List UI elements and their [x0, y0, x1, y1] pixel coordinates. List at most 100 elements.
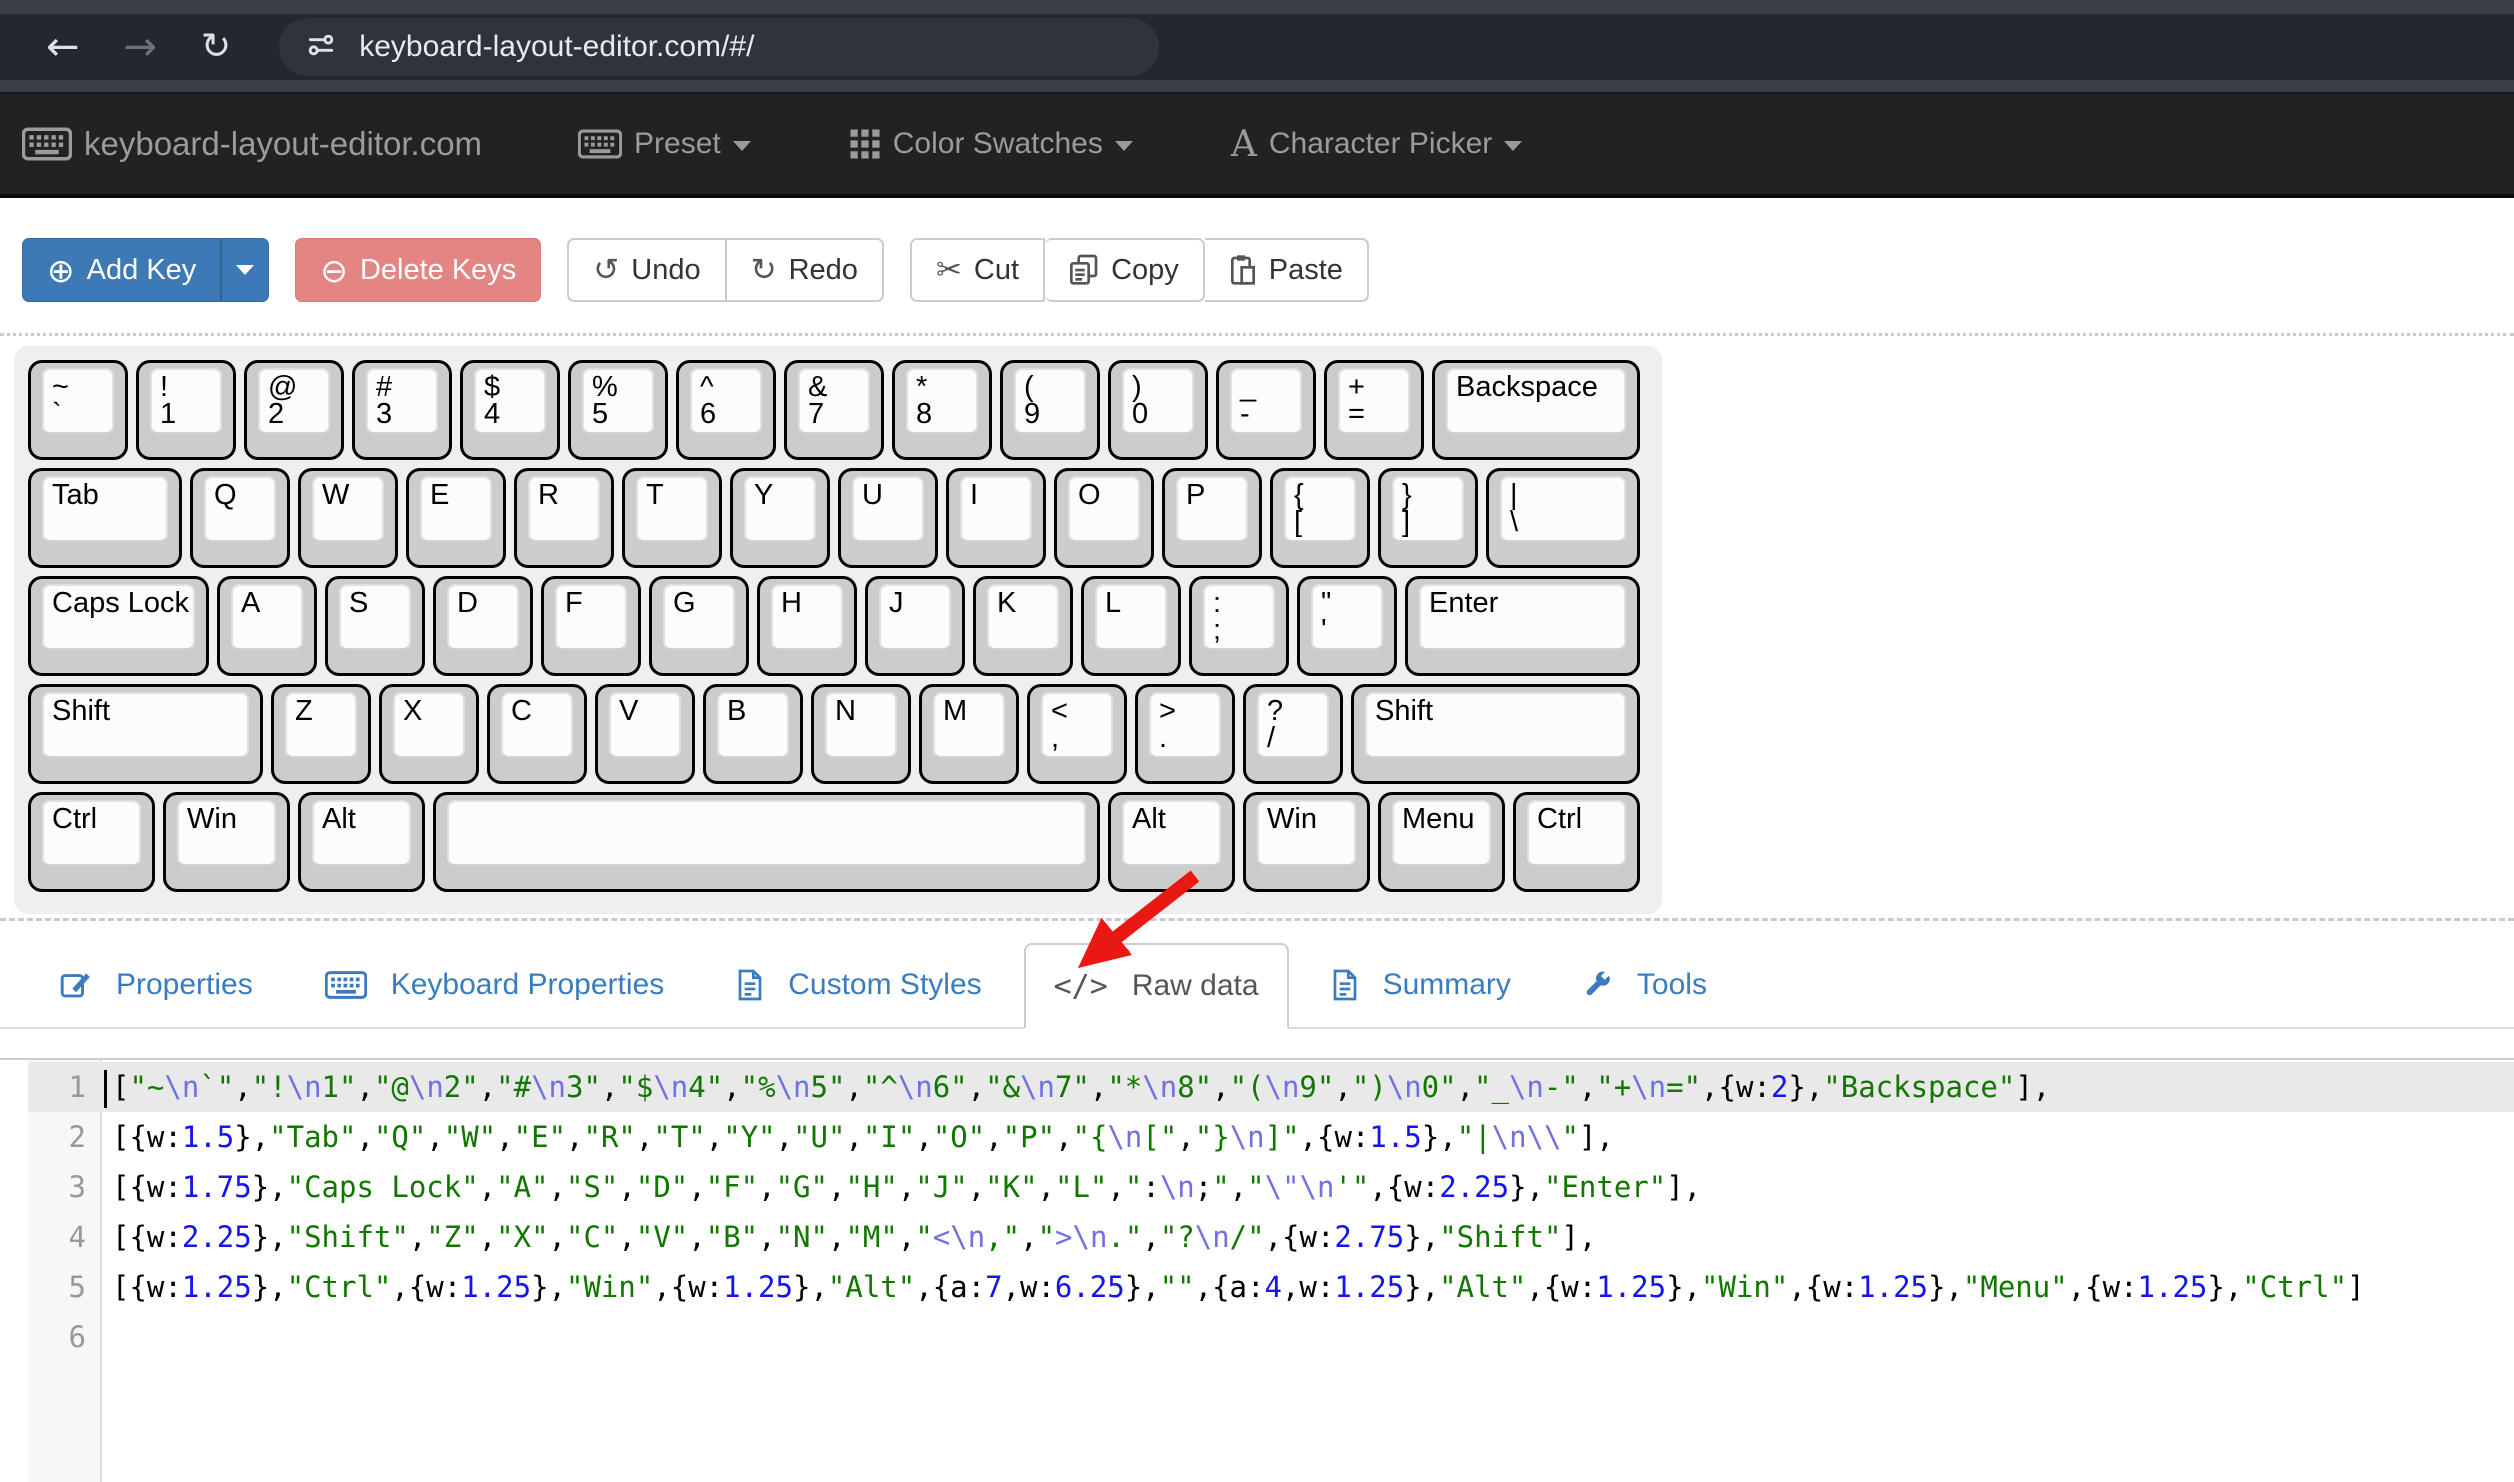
brand-link[interactable]: keyboard-layout-editor.com [22, 125, 482, 163]
key-r[interactable]: R [514, 468, 614, 568]
keycap: X [393, 692, 465, 758]
menu-color-swatches[interactable]: Color Swatches [849, 127, 1133, 161]
window-top-strip [0, 0, 2514, 14]
key-<[interactable]: <, [1027, 684, 1127, 784]
key-t[interactable]: T [622, 468, 722, 568]
key-@[interactable]: @2 [244, 360, 344, 460]
key-shift[interactable]: Shift [28, 684, 263, 784]
delete-keys-button[interactable]: ⊖ Delete Keys [295, 238, 541, 302]
key-}[interactable]: }] [1378, 468, 1478, 568]
key-legend-top: H [781, 588, 802, 620]
code-line-4[interactable]: 4[{w:2.25},"Shift","Z","X","C","V","B","… [0, 1212, 2514, 1262]
key-win[interactable]: Win [1243, 792, 1370, 892]
paste-button[interactable]: Paste [1205, 238, 1369, 302]
key-i[interactable]: I [946, 468, 1046, 568]
key-h[interactable]: H [757, 576, 857, 676]
key-enter[interactable]: Enter [1405, 576, 1640, 676]
line-number: 3 [28, 1162, 102, 1212]
key-p[interactable]: P [1162, 468, 1262, 568]
key-backspace[interactable]: Backspace [1432, 360, 1640, 460]
key-q[interactable]: Q [190, 468, 290, 568]
key-y[interactable]: Y [730, 468, 830, 568]
key-?[interactable]: ?/ [1243, 684, 1343, 784]
key-tab[interactable]: Tab [28, 468, 182, 568]
keycap: Q [204, 476, 276, 542]
key-a[interactable]: A [217, 576, 317, 676]
key-alt[interactable]: Alt [1108, 792, 1235, 892]
tune-icon[interactable] [305, 29, 337, 66]
key-~[interactable]: ~` [28, 360, 128, 460]
key-c[interactable]: C [487, 684, 587, 784]
key-s[interactable]: S [325, 576, 425, 676]
key-o[interactable]: O [1054, 468, 1154, 568]
raw-data-editor[interactable]: 1["~\n`","!\n1","@\n2","#\n3","$\n4","%\… [0, 1058, 2514, 1482]
tab-summary[interactable]: Summary [1301, 943, 1541, 1027]
key-menu[interactable]: Menu [1378, 792, 1505, 892]
key-n[interactable]: N [811, 684, 911, 784]
key-b[interactable]: B [703, 684, 803, 784]
key-shift[interactable]: Shift [1351, 684, 1640, 784]
key-ctrl[interactable]: Ctrl [28, 792, 155, 892]
key-^[interactable]: ^6 [676, 360, 776, 460]
key-)[interactable]: )0 [1108, 360, 1208, 460]
key-:[interactable]: :; [1189, 576, 1289, 676]
key-u[interactable]: U [838, 468, 938, 568]
code-line-5[interactable]: 5[{w:1.25},"Ctrl",{w:1.25},"Win",{w:1.25… [0, 1262, 2514, 1312]
key-([interactable]: (9 [1000, 360, 1100, 460]
tab-properties[interactable]: Properties [30, 943, 283, 1027]
cut-button[interactable]: ✂ Cut [910, 238, 1045, 302]
key-$[interactable]: $4 [460, 360, 560, 460]
key-alt[interactable]: Alt [298, 792, 425, 892]
key-%[interactable]: %5 [568, 360, 668, 460]
key->[interactable]: >. [1135, 684, 1235, 784]
key-j[interactable]: J [865, 576, 965, 676]
menu-preset[interactable]: Preset [578, 127, 751, 161]
key-l[interactable]: L [1081, 576, 1181, 676]
code-lines[interactable]: 1["~\n`","!\n1","@\n2","#\n3","$\n4","%\… [0, 1060, 2514, 1362]
code-line-2[interactable]: 2[{w:1.5},"Tab","Q","W","E","R","T","Y",… [0, 1112, 2514, 1162]
key-e[interactable]: E [406, 468, 506, 568]
redo-button[interactable]: ↻ Redo [727, 238, 884, 302]
tab-custom-styles[interactable]: Custom Styles [706, 943, 1011, 1027]
key-k[interactable]: K [973, 576, 1073, 676]
tab-raw-data[interactable]: </>Raw data [1024, 943, 1289, 1029]
menu-character-picker[interactable]: A Character Picker [1231, 124, 1522, 165]
key-legend-bottom: 7 [808, 399, 824, 431]
key-win[interactable]: Win [163, 792, 290, 892]
key-legend-bottom: ' [1321, 615, 1327, 647]
code-line-3[interactable]: 3[{w:1.75},"Caps Lock","A","S","D","F","… [0, 1162, 2514, 1212]
code-line-6[interactable]: 6 [0, 1312, 2514, 1362]
key-d[interactable]: D [433, 576, 533, 676]
key-{[interactable]: {[ [1270, 468, 1370, 568]
key-x[interactable]: X [379, 684, 479, 784]
key-g[interactable]: G [649, 576, 749, 676]
key-z[interactable]: Z [271, 684, 371, 784]
key-![interactable]: !1 [136, 360, 236, 460]
key-|[interactable]: |\ [1486, 468, 1640, 568]
keycap: {[ [1284, 476, 1356, 542]
key-&[interactable]: &7 [784, 360, 884, 460]
key-"[interactable]: "' [1297, 576, 1397, 676]
key-space[interactable] [433, 792, 1100, 892]
tab-keyboard-properties[interactable]: Keyboard Properties [295, 943, 695, 1027]
key-ctrl[interactable]: Ctrl [1513, 792, 1640, 892]
forward-arrow-icon[interactable]: → [124, 27, 158, 67]
key-caps-lock[interactable]: Caps Lock [28, 576, 209, 676]
key-_[interactable]: _- [1216, 360, 1316, 460]
key-*[interactable]: *8 [892, 360, 992, 460]
key-+[interactable]: += [1324, 360, 1424, 460]
key-v[interactable]: V [595, 684, 695, 784]
code-line-1[interactable]: 1["~\n`","!\n1","@\n2","#\n3","$\n4","%\… [0, 1062, 2514, 1112]
key-#[interactable]: #3 [352, 360, 452, 460]
undo-button[interactable]: ↺ Undo [567, 238, 726, 302]
key-f[interactable]: F [541, 576, 641, 676]
reload-icon[interactable]: ↻ [201, 29, 231, 65]
add-key-dropdown-button[interactable] [221, 238, 269, 302]
url-bar[interactable]: keyboard-layout-editor.com/#/ [279, 18, 1159, 76]
add-key-button[interactable]: ⊕ Add Key [22, 238, 221, 302]
tab-tools[interactable]: Tools [1553, 943, 1737, 1027]
key-w[interactable]: W [298, 468, 398, 568]
copy-button[interactable]: Copy [1045, 238, 1205, 302]
back-arrow-icon[interactable]: ← [46, 27, 80, 67]
key-m[interactable]: M [919, 684, 1019, 784]
